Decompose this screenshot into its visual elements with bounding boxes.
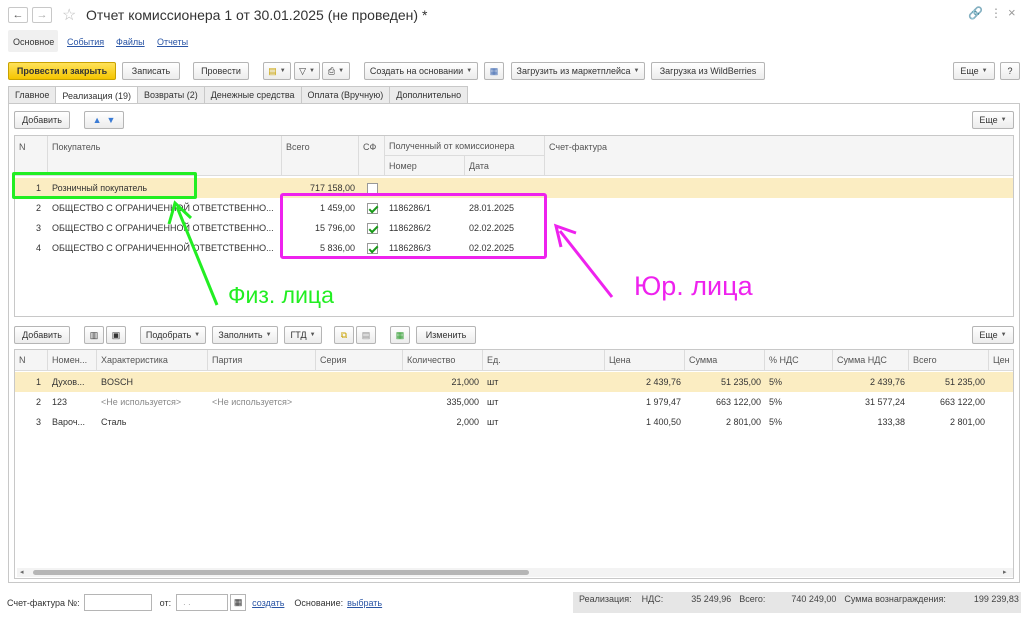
lower-add-button[interactable]: Добавить xyxy=(14,326,70,344)
row-n: 2 xyxy=(35,397,41,407)
table-row[interactable]: 1 Духов... BOSCH 21,000 шт 2 439,76 51 2… xyxy=(15,372,1013,392)
row-unit: шт xyxy=(487,377,499,387)
change-button[interactable]: Изменить xyxy=(416,326,476,344)
barcode-scan-button[interactable]: ▥ xyxy=(84,326,104,344)
col-characteristic: Характеристика xyxy=(97,350,208,371)
col-sum: Сумма xyxy=(685,350,765,371)
basis-label: Основание: xyxy=(294,597,344,608)
col-unit: Ед. xyxy=(483,350,605,371)
row-n: 3 xyxy=(35,417,41,427)
col-vat-sum: Сумма НДС xyxy=(833,350,909,371)
create-invoice-link[interactable]: создать xyxy=(252,598,284,608)
table-edit-button[interactable]: ▦ xyxy=(390,326,410,344)
choose-basis-link[interactable]: выбрать xyxy=(347,598,382,608)
row-vat-percent: 5% xyxy=(769,397,783,407)
row-series xyxy=(316,412,403,432)
row-n: 1 xyxy=(35,377,41,387)
row-total: 2 801,00 xyxy=(949,417,985,427)
horizontal-scrollbar[interactable]: ◂ ▸ xyxy=(17,568,1013,577)
row-price: 2 439,76 xyxy=(645,377,681,387)
invoice-number-input[interactable] xyxy=(83,594,152,611)
paste-button[interactable]: ▤ xyxy=(356,326,376,344)
col-series: Серия xyxy=(316,350,403,371)
row-quantity: 335,000 xyxy=(446,397,479,407)
row-total: 663 122,00 xyxy=(939,397,985,407)
row-vat-sum: 133,38 xyxy=(877,417,905,427)
row-nomenclature: Духов... xyxy=(52,377,85,387)
totals-total-value: 740 249,00 xyxy=(791,594,837,604)
row-quantity: 2,000 xyxy=(456,417,479,427)
totals-total-label: Всего: xyxy=(739,594,766,604)
row-quantity: 21,000 xyxy=(451,377,479,387)
invoice-date-input[interactable]: . . xyxy=(176,594,229,611)
row-batch: <Не используется> xyxy=(212,397,293,407)
invoice-footer: Счет-фактура №: от: . . ▦ создать Основа… xyxy=(7,594,382,611)
legal-entities-label: Юр. лица xyxy=(634,271,753,301)
calendar-icon[interactable]: ▦ xyxy=(230,594,247,611)
totals-reward-value: 199 239,83 xyxy=(973,594,1019,604)
row-series xyxy=(316,392,403,412)
totals-vat-value: 35 249,96 xyxy=(691,594,732,604)
copy-icon: ⧉ xyxy=(340,329,348,340)
terminal-icon: ▣ xyxy=(111,329,121,340)
col-n: N xyxy=(15,350,48,371)
gtd-button[interactable]: ГТД ▼ xyxy=(284,326,322,344)
col-quantity: Количество xyxy=(403,350,483,371)
magenta-arrow xyxy=(553,223,614,298)
totals-vat-label: НДС: xyxy=(641,594,664,604)
lower-more-button[interactable]: Еще ▼ xyxy=(972,326,1014,344)
row-sum: 663 122,00 xyxy=(715,397,761,407)
table-row[interactable]: 2 123 <Не используется> <Не используется… xyxy=(15,392,1013,412)
row-unit: шт xyxy=(487,397,499,407)
scrollbar-thumb[interactable] xyxy=(33,570,529,575)
invoice-date-label: от: xyxy=(159,597,172,608)
col-nomenclature: Номен... xyxy=(48,350,97,371)
row-vat-sum: 31 577,24 xyxy=(864,397,905,407)
row-sum: 51 235,00 xyxy=(720,377,761,387)
scroll-right-icon[interactable]: ▸ xyxy=(1003,568,1007,576)
row-batch xyxy=(208,412,316,432)
row-characteristic: Сталь xyxy=(101,417,127,427)
col-vat-percent: % НДС xyxy=(765,350,833,371)
row-series xyxy=(316,372,403,392)
invoice-number-label: Счет-фактура №: xyxy=(7,597,80,608)
table-row[interactable]: 3 Вароч... Сталь 2,000 шт 1 400,50 2 801… xyxy=(15,412,1013,432)
row-price: 1 979,47 xyxy=(645,397,681,407)
goods-table: N Номен... Характеристика Партия Серия К… xyxy=(14,349,1014,579)
pick-button[interactable]: Подобрать ▼ xyxy=(140,326,206,344)
col-total: Всего xyxy=(909,350,989,371)
col-price: Цена xyxy=(605,350,685,371)
row-vat-percent: 5% xyxy=(769,417,783,427)
totals-reward-label: Сумма вознаграждения: xyxy=(844,594,946,604)
col-price-2: Цен xyxy=(989,350,1013,371)
barcode-icon: ▥ xyxy=(89,329,99,340)
totals-summary: Реализация: НДС: 35 249,96 Всего: 740 24… xyxy=(579,594,1019,604)
row-total: 51 235,00 xyxy=(944,377,985,387)
totals-sales-label: Реализация: xyxy=(579,594,632,604)
table-icon: ▦ xyxy=(395,329,405,340)
row-characteristic: BOSCH xyxy=(101,377,134,387)
row-price: 1 400,50 xyxy=(645,417,681,427)
copy-button[interactable]: ⧉ xyxy=(334,326,354,344)
data-collection-button[interactable]: ▣ xyxy=(106,326,126,344)
green-arrow xyxy=(167,200,219,306)
col-batch: Партия xyxy=(208,350,316,371)
row-sum: 2 801,00 xyxy=(725,417,761,427)
fill-button[interactable]: Заполнить ▼ xyxy=(212,326,278,344)
scroll-left-icon[interactable]: ◂ xyxy=(20,568,24,576)
row-vat-sum: 2 439,76 xyxy=(869,377,905,387)
row-batch xyxy=(208,372,316,392)
row-vat-percent: 5% xyxy=(769,377,783,387)
row-unit: шт xyxy=(487,417,499,427)
paste-icon: ▤ xyxy=(361,329,371,340)
row-nomenclature: 123 xyxy=(52,397,68,407)
row-characteristic: <Не используется> xyxy=(101,397,182,407)
row-nomenclature: Вароч... xyxy=(52,417,86,427)
individuals-label: Физ. лица xyxy=(228,282,334,308)
